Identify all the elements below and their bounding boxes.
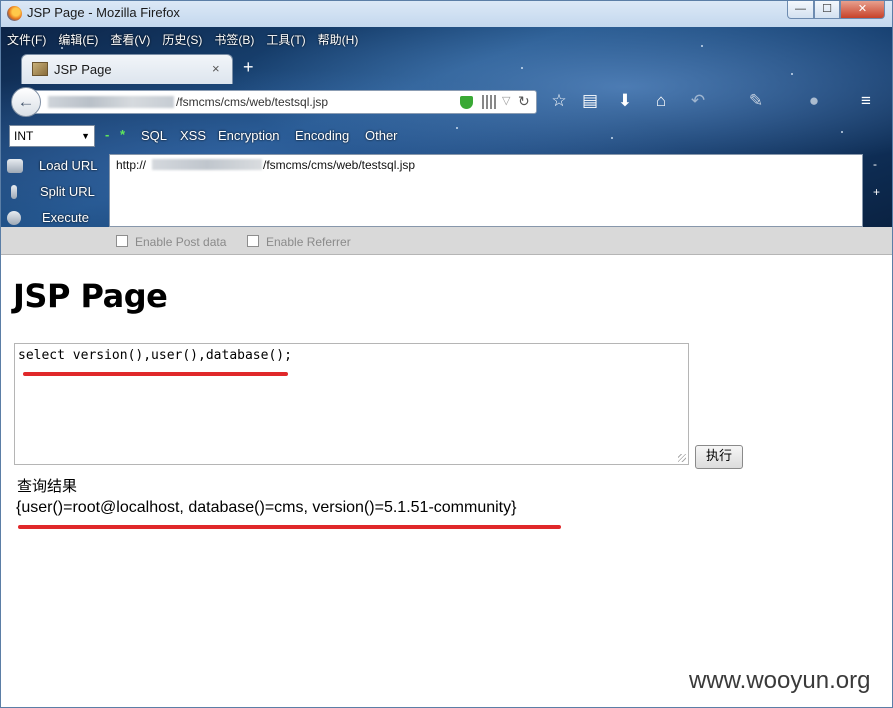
url-host-redacted bbox=[48, 96, 174, 108]
enable-referrer-label: Enable Referrer bbox=[266, 235, 351, 249]
watermark: www.wooyun.org bbox=[689, 667, 871, 694]
tab-close-icon[interactable]: × bbox=[212, 61, 220, 76]
menu-icon[interactable]: ≡ bbox=[855, 91, 877, 111]
hackbar-menu-encryption[interactable]: Encryption bbox=[218, 128, 279, 143]
result-highlight-underline bbox=[18, 525, 561, 529]
hackbar-menu-sql[interactable]: SQL bbox=[141, 128, 167, 143]
menu-bookmarks[interactable]: 书签(B) bbox=[214, 31, 254, 49]
execute-query-button[interactable]: 执行 bbox=[695, 445, 743, 469]
addon-icon[interactable]: ✎ bbox=[745, 91, 767, 111]
execute-button[interactable]: Execute bbox=[7, 207, 103, 227]
increase-icon[interactable]: * bbox=[120, 127, 125, 142]
hackbar-options-strip: Enable Post data Enable Referrer bbox=[1, 227, 892, 255]
shrink-textarea-button[interactable]: - bbox=[873, 157, 877, 171]
browser-chrome: 文件(F) 编辑(E) 查看(V) 历史(S) 书签(B) 工具(T) 帮助(H… bbox=[1, 27, 892, 227]
enable-post-label: Enable Post data bbox=[135, 235, 227, 249]
result-value: {user()=root@localhost, database()=cms, … bbox=[16, 499, 517, 516]
enable-post-checkbox[interactable] bbox=[116, 235, 128, 247]
load-url-button[interactable]: Load URL bbox=[7, 155, 103, 179]
url-dropdown-icon[interactable]: ▽ bbox=[502, 94, 510, 107]
menu-tools[interactable]: 工具(T) bbox=[266, 31, 305, 49]
undo-icon[interactable]: ↶ bbox=[687, 91, 709, 111]
hackbar-toolbar: INT ▼ - * SQL XSS Encryption Encoding Ot… bbox=[1, 125, 892, 149]
tab-jsp-page[interactable]: JSP Page × bbox=[21, 54, 233, 84]
decrease-icon[interactable]: - bbox=[105, 127, 109, 142]
sql-input-value: select version(),user(),database(); bbox=[18, 348, 292, 363]
hackbar-menu-encoding[interactable]: Encoding bbox=[295, 128, 349, 143]
execute-icon bbox=[7, 211, 21, 225]
sql-input[interactable]: select version(),user(),database(); bbox=[14, 343, 689, 465]
home-icon[interactable]: ⌂ bbox=[650, 91, 672, 111]
url-bar[interactable]: /fsmcms/cms/web/testsql.jsp ▽ ↻ bbox=[31, 90, 537, 114]
resize-grip-icon[interactable] bbox=[678, 454, 686, 462]
menu-bar: 文件(F) 编辑(E) 查看(V) 历史(S) 书签(B) 工具(T) 帮助(H… bbox=[7, 31, 370, 49]
url-path-text: /fsmcms/cms/web/testsql.jsp bbox=[176, 95, 329, 109]
sql-highlight-underline bbox=[23, 372, 288, 376]
shield-icon[interactable] bbox=[460, 96, 473, 109]
firefox-logo-icon bbox=[7, 6, 22, 21]
minimize-button[interactable]: — bbox=[787, 1, 814, 19]
enable-referrer-checkbox[interactable] bbox=[247, 235, 259, 247]
browser-window: JSP Page - Mozilla Firefox — ☐ ✕ 文件(F) 编… bbox=[0, 0, 893, 708]
split-url-label: Split URL bbox=[40, 184, 95, 199]
menu-help[interactable]: 帮助(H) bbox=[318, 31, 359, 49]
qr-code-icon[interactable] bbox=[482, 95, 496, 109]
bookmark-star-icon[interactable]: ☆ bbox=[548, 91, 570, 111]
chevron-down-icon: ▼ bbox=[81, 131, 90, 141]
hackbar-menu-xss[interactable]: XSS bbox=[180, 128, 206, 143]
star-decoration bbox=[521, 67, 523, 69]
close-window-button[interactable]: ✕ bbox=[840, 1, 885, 19]
tab-label: JSP Page bbox=[54, 62, 112, 77]
type-select[interactable]: INT ▼ bbox=[9, 125, 95, 147]
maximize-button[interactable]: ☐ bbox=[814, 1, 840, 19]
result-heading: 查询结果 bbox=[17, 477, 78, 495]
menu-file[interactable]: 文件(F) bbox=[7, 31, 46, 49]
back-button[interactable]: ← bbox=[11, 87, 41, 117]
hackbar-url-textarea[interactable]: http:// /fsmcms/cms/web/testsql.jsp bbox=[109, 154, 863, 227]
download-icon[interactable]: ⬇ bbox=[614, 91, 636, 111]
hackbar-url-host-redacted bbox=[152, 159, 262, 170]
navigation-bar: ← /fsmcms/cms/web/testsql.jsp ▽ ↻ ☆ ▤ ⬇ … bbox=[1, 84, 892, 118]
type-select-value: INT bbox=[14, 129, 34, 143]
new-tab-button[interactable]: + bbox=[243, 58, 254, 76]
load-url-label: Load URL bbox=[39, 158, 98, 173]
star-decoration bbox=[701, 45, 703, 47]
split-url-icon bbox=[11, 185, 17, 199]
reading-list-icon[interactable]: ▤ bbox=[579, 91, 601, 111]
reload-icon[interactable]: ↻ bbox=[518, 93, 530, 110]
load-url-icon bbox=[7, 159, 23, 173]
menu-view[interactable]: 查看(V) bbox=[110, 31, 150, 49]
hackbar-menu-other[interactable]: Other bbox=[365, 128, 398, 143]
persona-icon[interactable]: ● bbox=[803, 91, 825, 111]
window-title: JSP Page - Mozilla Firefox bbox=[27, 5, 180, 20]
menu-history[interactable]: 历史(S) bbox=[162, 31, 202, 49]
page-title: JSP Page bbox=[13, 277, 168, 315]
split-url-button[interactable]: Split URL bbox=[7, 181, 103, 205]
grow-textarea-button[interactable]: + bbox=[873, 185, 880, 199]
menu-edit[interactable]: 编辑(E) bbox=[58, 31, 98, 49]
execute-label: Execute bbox=[42, 210, 89, 225]
title-bar: JSP Page - Mozilla Firefox — ☐ ✕ bbox=[1, 1, 892, 27]
star-decoration bbox=[791, 73, 793, 75]
hackbar-url-path: /fsmcms/cms/web/testsql.jsp bbox=[263, 158, 416, 172]
hackbar-url-prefix: http:// bbox=[116, 158, 147, 172]
page-favicon-icon bbox=[32, 62, 48, 76]
